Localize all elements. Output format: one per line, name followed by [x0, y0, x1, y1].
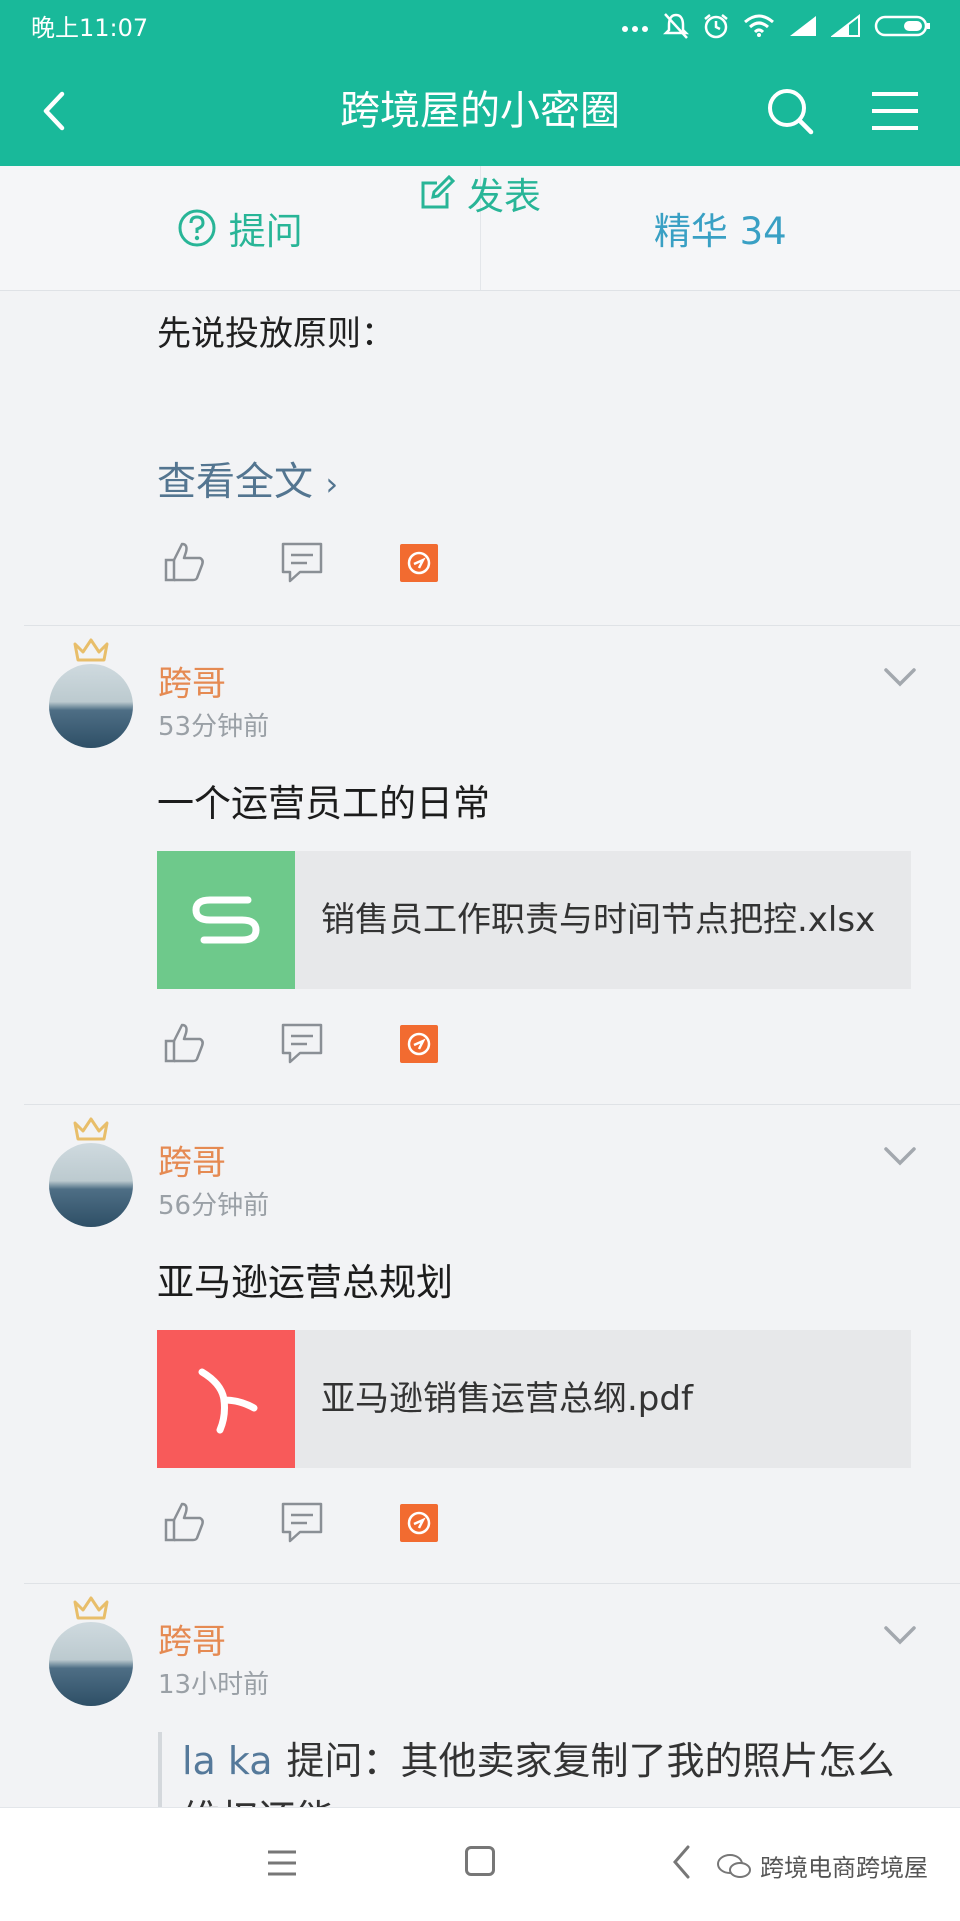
file-name: 销售员工作职责与时间节点把控.xlsx [321, 869, 891, 971]
watermark: 跨境电商跨境屋 [716, 1848, 928, 1883]
nav-bar: 跨境屋的小密圈 [0, 66, 960, 158]
comment-icon [280, 540, 324, 584]
cutoff-line-2: 先说投放原则： [157, 314, 395, 354]
post-actions [162, 1500, 462, 1546]
like-icon [162, 540, 206, 584]
comment-button[interactable] [280, 1500, 324, 1548]
feed: 所以，今天将系统地说一下亚马逊广告，首 先说投放原则： 查看全文 › 跨哥 53… [0, 290, 960, 1807]
more-dots-icon [620, 19, 650, 38]
author-name[interactable]: 跨哥 [158, 662, 226, 706]
post-actions [162, 1021, 462, 1067]
post-title: 一个运营员工的日常 [157, 780, 490, 828]
chevron-down-icon[interactable] [883, 1624, 917, 1646]
file-attachment[interactable]: 销售员工作职责与时间节点把控.xlsx [157, 851, 911, 989]
post-time: 56分钟前 [158, 1189, 269, 1223]
read-all-label: 查看全文 [157, 460, 313, 505]
divider [24, 1583, 960, 1584]
file-name: 亚马逊销售运营总纲.pdf [321, 1348, 891, 1450]
question-text: 提问：其他卖家复制了我的照片怎么维权还能 [182, 1739, 895, 1807]
status-time: 晚上11:07 [31, 14, 148, 42]
like-icon [162, 1021, 206, 1065]
wifi-icon [743, 14, 775, 42]
comment-button[interactable] [280, 1021, 324, 1069]
watermark-text: 跨境电商跨境屋 [760, 1848, 928, 1883]
avatar[interactable] [49, 1622, 133, 1706]
share-icon [406, 1031, 432, 1057]
alarm-icon [702, 12, 730, 44]
search-button[interactable] [765, 84, 815, 138]
like-icon [162, 1500, 206, 1544]
home-icon[interactable] [465, 1846, 495, 1876]
file-attachment[interactable]: 亚马逊销售运营总纲.pdf [157, 1330, 911, 1468]
author-name[interactable]: 跨哥 [158, 1141, 226, 1185]
avatar[interactable] [49, 664, 133, 748]
divider [24, 1104, 960, 1105]
status-bar: 晚上11:07 [0, 0, 960, 56]
xlsx-icon [157, 851, 295, 989]
author-name[interactable]: 跨哥 [158, 1620, 226, 1664]
avatar[interactable] [49, 1143, 133, 1227]
share-button[interactable] [400, 1504, 438, 1542]
status-icons [620, 14, 932, 42]
read-all-link[interactable]: 查看全文 › [157, 458, 338, 509]
post-button[interactable]: 发表 [0, 166, 960, 220]
pdf-icon [157, 1330, 295, 1468]
app-header: 晚上11:07 [0, 0, 960, 166]
post-title: 亚马逊运营总规划 [157, 1259, 453, 1307]
share-icon [406, 550, 432, 576]
crown-icon [73, 1596, 109, 1620]
share-button[interactable] [400, 1025, 438, 1063]
crown-icon [73, 1117, 109, 1141]
action-bar: 发表 提问 精华 34 [0, 166, 960, 291]
system-nav-bar: 跨境电商跨境屋 [0, 1807, 960, 1921]
wechat-icon [716, 1852, 752, 1880]
asker-name[interactable]: la ka [182, 1739, 273, 1783]
cutoff-post-text: 所以，今天将系统地说一下亚马逊广告，首 先说投放原则： [157, 290, 803, 363]
like-button[interactable] [162, 540, 206, 588]
divider [24, 625, 960, 626]
page-title: 跨境屋的小密圈 [0, 84, 960, 138]
edit-icon [419, 175, 455, 211]
post-label: 发表 [467, 166, 541, 220]
menu-button[interactable] [870, 86, 920, 136]
comment-button[interactable] [280, 540, 324, 588]
post-time: 13小时前 [158, 1668, 269, 1702]
battery-icon [874, 14, 932, 42]
crown-icon [73, 638, 109, 662]
share-button[interactable] [400, 544, 438, 582]
post-time: 53分钟前 [158, 710, 269, 744]
chevron-down-icon[interactable] [883, 666, 917, 688]
mute-bell-icon [663, 12, 689, 44]
signal-icon-2 [831, 14, 861, 42]
chevron-down-icon[interactable] [883, 1145, 917, 1167]
menu-icon [870, 86, 920, 136]
search-icon [765, 84, 815, 138]
cutoff-line-1: 所以，今天将系统地说一下亚马逊广告，首 [157, 290, 803, 305]
comment-icon [280, 1021, 324, 1065]
nav-back-icon[interactable] [670, 1844, 694, 1880]
recent-apps-icon[interactable] [266, 1848, 298, 1878]
like-button[interactable] [162, 1500, 206, 1548]
chevron-right-icon: › [325, 465, 338, 503]
signal-icon [788, 14, 818, 42]
comment-icon [280, 1500, 324, 1544]
post-actions [162, 540, 462, 586]
like-button[interactable] [162, 1021, 206, 1069]
question-quote[interactable]: la ka提问：其他卖家复制了我的照片怎么维权还能 [158, 1732, 922, 1807]
share-icon [406, 1510, 432, 1536]
